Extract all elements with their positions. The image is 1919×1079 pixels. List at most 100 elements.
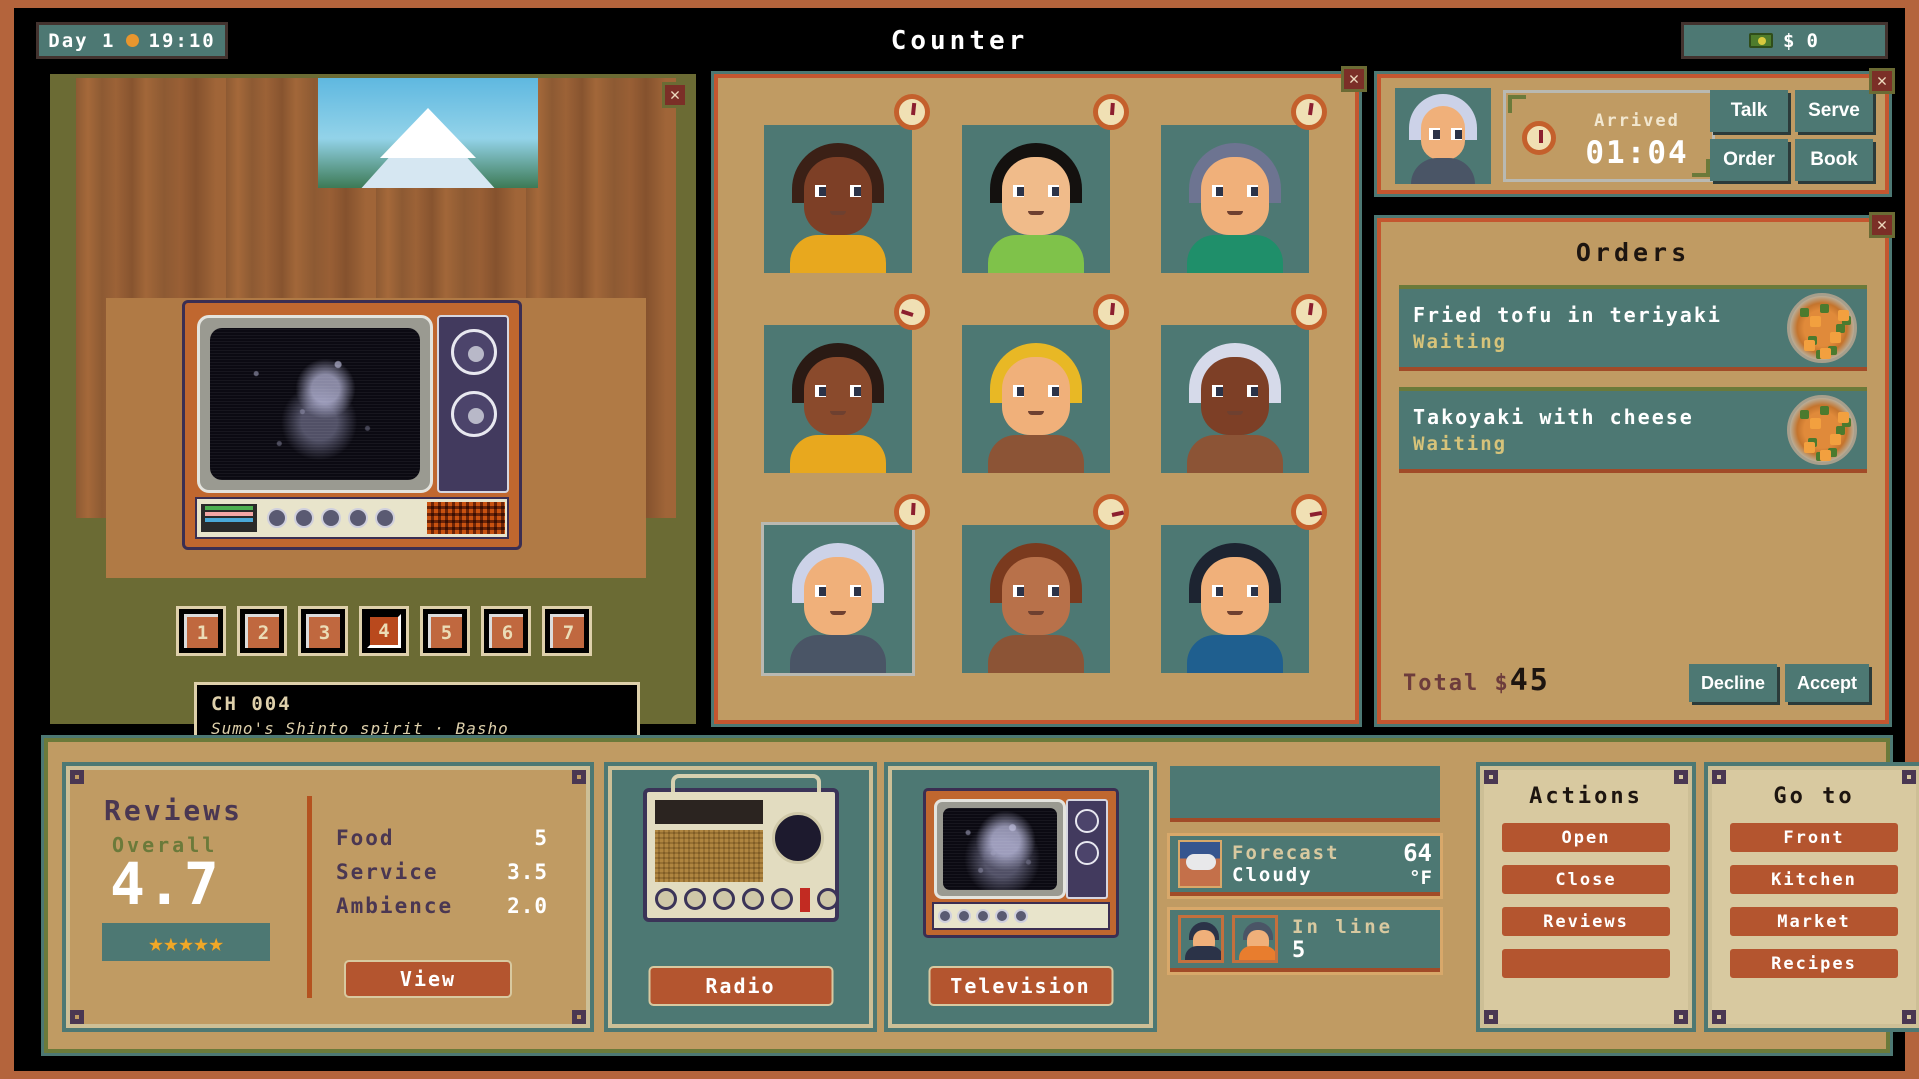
tv-front-knobs	[931, 902, 1110, 930]
review-metric-value: 5	[534, 826, 548, 850]
tv-tuner-knob-lower	[451, 391, 497, 437]
page-title: Counter	[890, 26, 1029, 56]
customer-cell-c8[interactable]	[942, 494, 1130, 694]
money-symbol: $	[1783, 29, 1797, 52]
close-icon[interactable]: ✕	[1869, 212, 1895, 238]
review-metric-row: Food 5	[336, 782, 548, 850]
channel-button-label: 4	[367, 614, 401, 648]
star-rating: ★★★★★	[102, 923, 270, 961]
channel-button-4[interactable]: 4	[359, 606, 409, 656]
book-button[interactable]: Book	[1795, 139, 1873, 181]
tv-speaker-grill	[427, 502, 505, 534]
customer-portrait	[1160, 325, 1309, 473]
channel-button-label: 5	[428, 614, 462, 648]
channel-button-label: 3	[306, 614, 340, 648]
radio-speaker-grill	[654, 830, 765, 882]
order-total-symbol: $	[1494, 671, 1510, 696]
customer-cell-c9[interactable]	[1141, 494, 1329, 694]
tv-brand-plate	[201, 504, 257, 532]
radio-button[interactable]: Radio	[648, 966, 833, 1006]
forecast-label: Forecast	[1232, 842, 1340, 864]
customer-cell-c6[interactable]	[1141, 294, 1329, 494]
order-button[interactable]: Order	[1710, 139, 1788, 181]
cloud-icon	[1178, 840, 1222, 888]
patience-timer-icon	[1290, 294, 1327, 330]
action-button-close[interactable]: Close	[1500, 863, 1672, 896]
view-reviews-button[interactable]: View	[344, 960, 512, 998]
reviews-title: Reviews	[104, 794, 244, 827]
customer-cell-c5[interactable]	[942, 294, 1130, 494]
selection-corner	[764, 525, 782, 543]
customer-portrait	[962, 525, 1111, 673]
customer-portrait	[962, 125, 1111, 273]
reviews-panel: Reviews Overall 4.7 ★★★★★ Food 5 Service 3.…	[62, 762, 594, 1032]
goto-button-recipes[interactable]: Recipes	[1728, 947, 1900, 980]
patience-timer-icon	[1092, 494, 1129, 530]
channel-button-label: 2	[245, 614, 279, 648]
selection-corner	[894, 655, 912, 673]
close-icon[interactable]: ✕	[1341, 66, 1367, 92]
order-total-label: Total	[1403, 671, 1480, 696]
radio-dial	[654, 800, 765, 824]
patience-timer-icon	[894, 494, 931, 530]
tv-side-controls	[1065, 799, 1108, 899]
orders-title: Orders	[1575, 238, 1691, 267]
channel-button-1[interactable]: 1	[176, 606, 226, 656]
orders-panel: ✕ Orders Fried tofu in teriyaki Waiting Ta…	[1374, 212, 1895, 727]
action-button-open[interactable]: Open	[1500, 821, 1672, 854]
actions-panel: Actions Open Close Reviews	[1476, 762, 1696, 1032]
customer-portrait	[764, 325, 913, 473]
order-action-buttons: Decline Accept	[1688, 664, 1869, 702]
decline-button[interactable]: Decline	[1688, 664, 1777, 702]
actions-button-list: Open Close Reviews	[1500, 821, 1672, 980]
television-button[interactable]: Television	[928, 966, 1113, 1006]
talk-button[interactable]: Talk	[1710, 90, 1788, 132]
serve-button[interactable]: Serve	[1795, 90, 1873, 132]
television-panel-small: Television	[884, 762, 1157, 1032]
arrived-time: 01:04	[1585, 135, 1689, 171]
customer-cell-c3[interactable]	[1141, 94, 1329, 294]
channel-button-5[interactable]: 5	[420, 606, 470, 656]
channel-number: CH 004	[211, 693, 292, 715]
radio-handle	[670, 774, 821, 792]
order-item[interactable]: Takoyaki with cheese Waiting	[1399, 387, 1867, 473]
forecast-box: Forecast Cloudy 64 °F	[1167, 833, 1443, 899]
accept-button[interactable]: Accept	[1784, 664, 1869, 702]
review-metric-value: 3.5	[507, 860, 548, 884]
actions-title: Actions	[1529, 784, 1643, 809]
patience-timer-icon	[894, 294, 931, 330]
goto-button-kitchen[interactable]: Kitchen	[1728, 863, 1900, 896]
customer-cell-c2[interactable]	[942, 94, 1130, 294]
close-icon[interactable]: ✕	[1869, 68, 1895, 94]
goto-panel: Go to Front Kitchen Market Recipes	[1704, 762, 1919, 1032]
channel-button-7[interactable]: 7	[542, 606, 592, 656]
channel-button-label: 6	[489, 614, 523, 648]
customer-portrait	[1160, 525, 1309, 673]
customer-cell-c1[interactable]	[744, 94, 932, 294]
goto-button-market[interactable]: Market	[1728, 905, 1900, 938]
tv-tuner-knob-upper	[451, 329, 497, 375]
channel-button-3[interactable]: 3	[298, 606, 348, 656]
patience-timer-icon	[894, 94, 931, 130]
tv-bezel	[197, 315, 433, 493]
channel-button-6[interactable]: 6	[481, 606, 531, 656]
tv-screen	[210, 328, 420, 480]
channel-button-2[interactable]: 2	[237, 606, 287, 656]
action-button-reviews[interactable]: Reviews	[1500, 905, 1672, 938]
customer-cell-c4[interactable]	[744, 294, 932, 494]
stars-glyphs: ★★★★★	[148, 927, 224, 957]
goto-button-front[interactable]: Front	[1728, 821, 1900, 854]
review-metric-value: 2.0	[507, 894, 548, 918]
cash-icon	[1749, 33, 1774, 48]
reviews-overall-score: 4.7	[110, 850, 221, 918]
customer-grid	[744, 94, 1329, 694]
action-button-empty-3[interactable]	[1500, 947, 1672, 980]
close-icon[interactable]: ✕	[662, 82, 688, 108]
order-item[interactable]: Fried tofu in teriyaki Waiting	[1399, 285, 1867, 371]
patience-timer-icon	[1092, 294, 1129, 330]
customer-portrait	[764, 125, 913, 273]
tv-front-controls	[195, 497, 509, 539]
dish-icon	[1787, 395, 1857, 465]
customer-cell-c7[interactable]	[744, 494, 932, 694]
review-metric-row: Ambience 2.0	[336, 884, 548, 918]
